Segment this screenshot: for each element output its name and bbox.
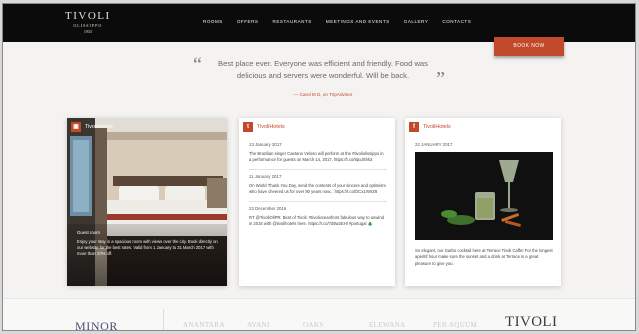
tweet-item[interactable]: 22 December 2016 RT @TivoliOliPR: Best o… (249, 202, 387, 233)
tweet-list: 13 January 2017 The Brazilian singer Cae… (249, 138, 387, 232)
instagram-card-title: TivoliHotels (85, 124, 113, 130)
tivoli-logo[interactable]: TIVOLI OLISSIPPO 1933 (65, 10, 111, 34)
testimonial: “ Best place ever. Everyone was efficien… (193, 54, 453, 97)
logo-wordmark: TIVOLI (65, 10, 111, 22)
instagram-card[interactable]: ▣ TivoliHotels Guest room Enjoy your sta… (67, 118, 227, 286)
facebook-post-date: 22 JANUARY 2017 (415, 142, 453, 147)
cocktail-photo[interactable] (415, 152, 553, 240)
testimonial-text: Best place ever. Everyone was efficient … (218, 59, 428, 80)
cocktail-illustration (415, 152, 553, 240)
photo-caption-heading: Guest room (77, 230, 100, 235)
facebook-card-title[interactable]: TivoliHotels (423, 124, 451, 130)
nav-item-contacts[interactable]: CONTACTS (442, 19, 471, 24)
nav-item-meetings-events[interactable]: MEETINGS AND EVENTS (326, 19, 390, 24)
anantara-brand-logo[interactable]: ANANTARA (183, 321, 225, 329)
elewana-brand-logo[interactable]: ELEWANA (369, 321, 406, 329)
nav-item-offers[interactable]: OFFERS (237, 19, 259, 24)
twitter-icon: t (243, 122, 253, 132)
testimonial-author[interactable]: — Carol M D, on TripAdvisor (193, 92, 453, 97)
brand-divider (163, 309, 164, 330)
avani-brand-logo[interactable]: AVANI (247, 321, 270, 329)
tweet-text: The Brazilian singer Caetano Veloso will… (249, 151, 384, 163)
book-now-button[interactable]: BOOK NOW (494, 37, 564, 56)
tweet-text: RT @TivoliOliPR: Best of Tivoli: #tivoli… (249, 214, 384, 227)
nav-item-restaurants[interactable]: RESTAURANTS (273, 19, 312, 24)
tweet-date: 13 January 2017 (249, 142, 282, 147)
browser-viewport: TIVOLI OLISSIPPO 1933 ROOMS OFFERS RESTA… (2, 3, 636, 331)
logo-subtitle: OLISSIPPO (73, 23, 103, 28)
facebook-card: f TivoliHotels 22 JANUARY 2017 So elegan… (405, 118, 561, 286)
twitter-card-title[interactable]: TivoliHotels (257, 124, 285, 130)
facebook-post-text: So elegant, our Garbo cocktail here at T… (415, 248, 553, 266)
nav-item-gallery[interactable]: GALLERY (404, 19, 429, 24)
tweet-date: 22 December 2016 (249, 205, 287, 211)
tweet-item[interactable]: 11 January 2017 On World Thank You Day, … (249, 170, 387, 202)
brand-strip: MINOR ANANTARA AVANI OAKS ELEWANA PER AQ… (3, 298, 635, 330)
tweet-item[interactable]: 13 January 2017 The Brazilian singer Cae… (249, 138, 387, 170)
logo-year: 1933 (83, 29, 92, 34)
tweet-text: On World Thank You Day, send the content… (249, 182, 386, 195)
close-quote-icon: ” (436, 68, 445, 90)
photo-caption-text: Enjoy your stay in a spacious room with … (77, 239, 218, 256)
tivoli-brand-logo[interactable]: TIVOLI (505, 314, 557, 330)
nav-item-rooms[interactable]: ROOMS (203, 19, 223, 24)
main-nav: ROOMS OFFERS RESTAURANTS MEETINGS AND EV… (203, 19, 471, 24)
minor-brand-logo[interactable]: MINOR (75, 319, 118, 330)
per-aquum-brand-logo[interactable]: PER AQUUM (433, 321, 477, 329)
instagram-icon: ▣ (71, 122, 81, 132)
tweet-date: 11 January 2017 (249, 173, 282, 179)
twitter-card: t TivoliHotels 13 January 2017 The Brazi… (239, 118, 395, 286)
facebook-icon: f (409, 122, 419, 132)
open-quote-icon: “ (193, 54, 202, 76)
oaks-brand-logo[interactable]: OAKS (303, 321, 324, 329)
